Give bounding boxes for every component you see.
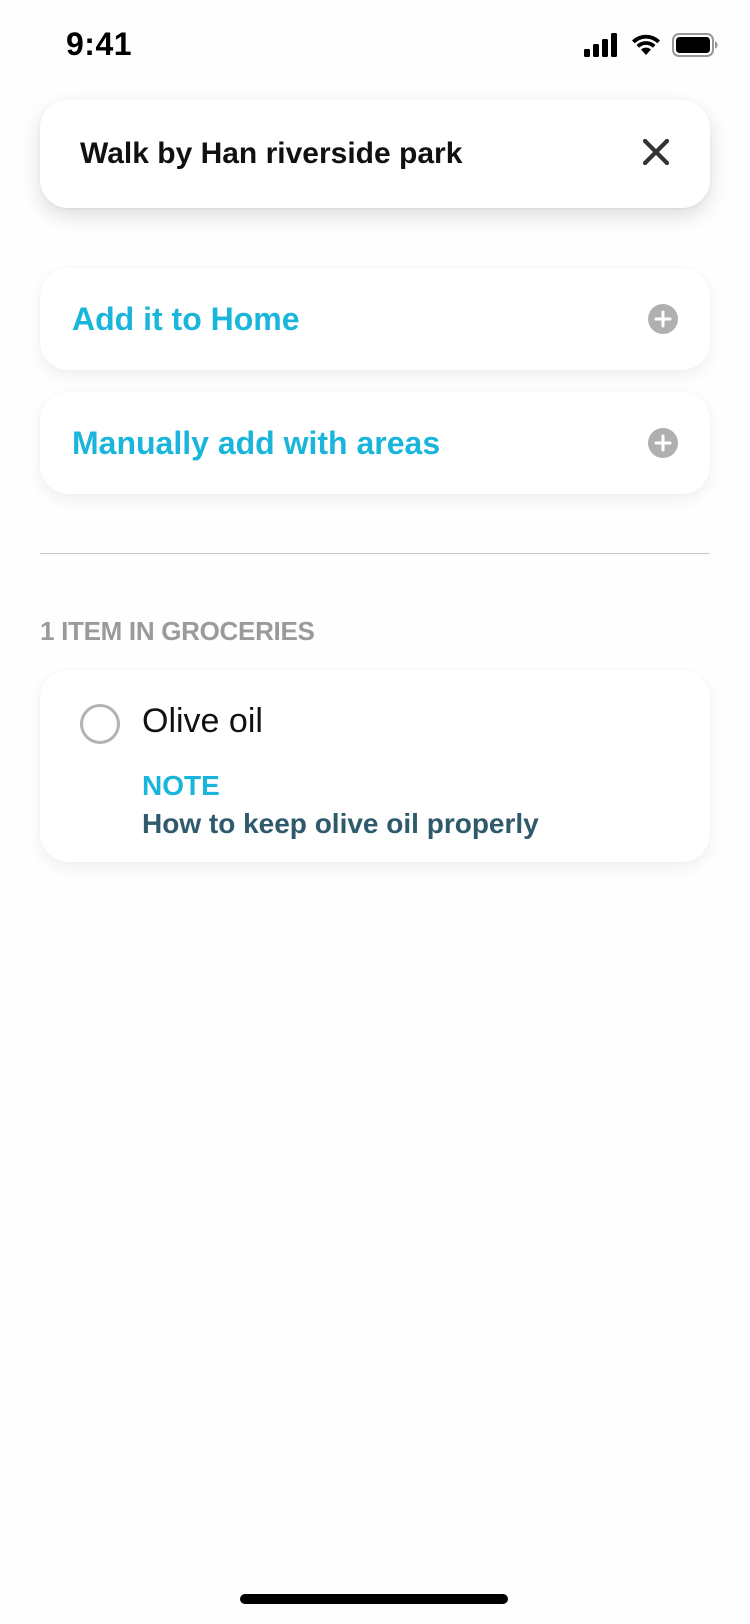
search-card: Walk by Han riverside park: [40, 100, 710, 208]
list-item: Olive oil NOTE How to keep olive oil pro…: [40, 670, 710, 862]
note-label: NOTE: [142, 770, 220, 801]
item-title[interactable]: Olive oil: [142, 702, 263, 741]
item-checkbox[interactable]: [80, 704, 120, 744]
section-header: 1 ITEM IN GROCERIES: [40, 616, 315, 646]
close-icon: [642, 138, 670, 171]
cellular-signal-icon: [584, 33, 620, 57]
manually-add-label: Manually add with areas: [72, 425, 441, 461]
battery-icon: [672, 33, 718, 57]
screen: 9:41 Walk by Han riverside park Add it t…: [0, 0, 750, 1624]
search-query-text[interactable]: Walk by Han riverside park: [80, 100, 462, 208]
add-to-home-label: Add it to Home: [72, 301, 300, 337]
section-divider: [40, 553, 710, 554]
home-indicator[interactable]: [240, 1594, 508, 1604]
status-icons: [584, 32, 718, 58]
wifi-icon: [630, 33, 662, 57]
status-time: 9:41: [66, 26, 133, 62]
note-text[interactable]: How to keep olive oil properly: [142, 808, 539, 840]
clear-search-button[interactable]: [636, 134, 676, 174]
manually-add-with-areas-button[interactable]: Manually add with areas: [40, 392, 710, 494]
add-to-home-button[interactable]: Add it to Home: [40, 268, 710, 370]
plus-circle-icon[interactable]: [648, 304, 678, 334]
plus-circle-icon[interactable]: [648, 428, 678, 458]
